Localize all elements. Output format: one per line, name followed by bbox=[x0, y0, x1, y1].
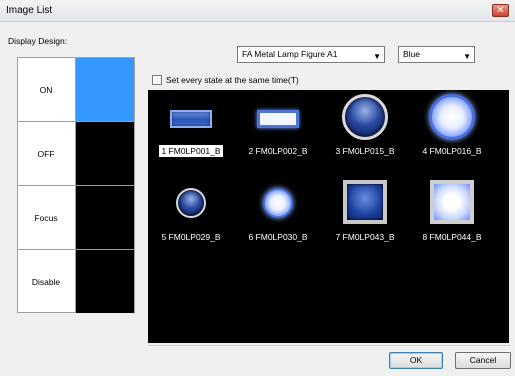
round-lamp-bright-large-icon bbox=[429, 94, 475, 140]
image-caption: 1 FM0LP001_B bbox=[159, 145, 223, 157]
image-gallery: 1 FM0LP001_B 2 FM0LP002_B 3 FM0LP015_B 4… bbox=[148, 90, 509, 343]
color-dropdown[interactable]: Blue ▼ bbox=[398, 46, 475, 63]
round-lamp-dim-large-icon bbox=[342, 94, 388, 140]
state-swatch-focus[interactable] bbox=[75, 186, 134, 249]
state-label-focus: Focus bbox=[34, 212, 58, 223]
window-title: Image List bbox=[6, 5, 53, 16]
display-design-label: Display Design: bbox=[8, 36, 68, 46]
state-row-on[interactable]: ON bbox=[18, 58, 134, 122]
divider bbox=[148, 345, 511, 346]
round-lamp-bright-small-icon bbox=[263, 188, 293, 218]
image-caption: 6 FM0LP030_B bbox=[248, 232, 308, 242]
ok-button[interactable]: OK bbox=[389, 352, 443, 369]
state-swatch-disable[interactable] bbox=[75, 250, 134, 313]
image-caption: 3 FM0LP015_B bbox=[335, 146, 395, 156]
state-label-disable: Disable bbox=[31, 276, 61, 287]
image-caption: 5 FM0LP029_B bbox=[161, 232, 221, 242]
title-bar: Image List ✕ bbox=[0, 0, 515, 22]
same-time-option[interactable]: Set every state at the same time(T) bbox=[152, 75, 299, 85]
state-row-off[interactable]: OFF bbox=[18, 122, 134, 186]
image-caption: 4 FM0LP016_B bbox=[422, 146, 482, 156]
state-label-off: OFF bbox=[37, 148, 55, 159]
square-lamp-dim-icon bbox=[343, 180, 387, 224]
same-time-checkbox[interactable] bbox=[152, 75, 162, 85]
design-dropdown-value: FA Metal Lamp Figure A1 bbox=[242, 49, 338, 59]
cancel-button[interactable]: Cancel bbox=[455, 352, 511, 369]
rect-lamp-bright-icon bbox=[257, 110, 299, 128]
round-lamp-dim-small-icon bbox=[176, 188, 206, 218]
state-row-disable[interactable]: Disable bbox=[18, 250, 134, 314]
close-icon: ✕ bbox=[496, 5, 505, 16]
state-swatch-on[interactable] bbox=[75, 58, 134, 121]
square-lamp-bright-icon bbox=[430, 180, 474, 224]
state-row-focus[interactable]: Focus bbox=[18, 186, 134, 250]
close-button[interactable]: ✕ bbox=[492, 4, 509, 17]
design-dropdown[interactable]: FA Metal Lamp Figure A1 ▼ bbox=[237, 46, 385, 63]
image-caption: 2 FM0LP002_B bbox=[248, 146, 308, 156]
color-dropdown-value: Blue bbox=[403, 49, 421, 59]
state-list: ON OFF Focus Disable bbox=[17, 57, 135, 313]
image-caption: 7 FM0LP043_B bbox=[335, 232, 395, 242]
same-time-label: Set every state at the same time(T) bbox=[166, 75, 299, 85]
state-label-on: ON bbox=[39, 84, 53, 95]
chevron-down-icon: ▼ bbox=[463, 52, 471, 61]
chevron-down-icon: ▼ bbox=[373, 52, 381, 61]
state-swatch-off[interactable] bbox=[75, 122, 134, 185]
rect-lamp-dim-icon bbox=[170, 110, 212, 128]
image-caption: 8 FM0LP044_B bbox=[422, 232, 482, 242]
